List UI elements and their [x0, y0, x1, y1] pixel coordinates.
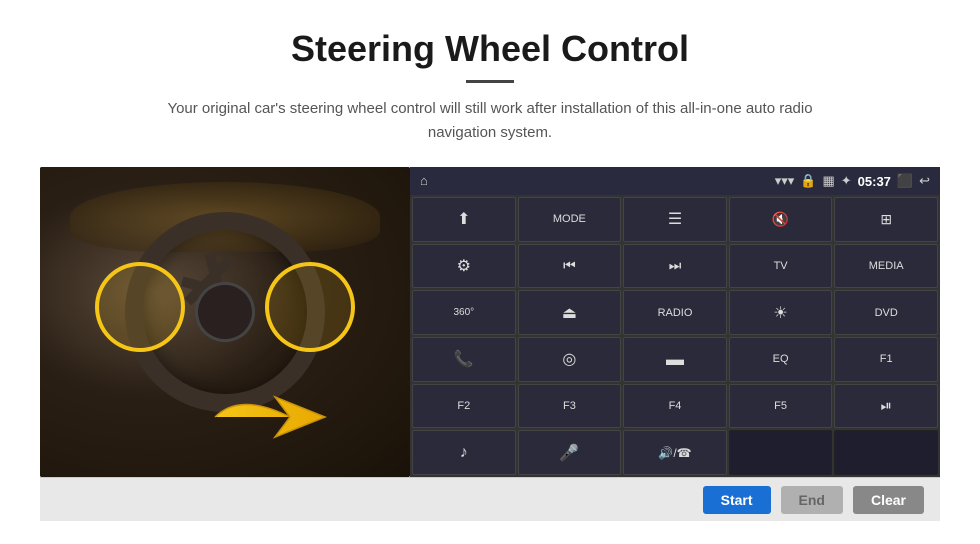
btn-media[interactable]: MEDIA [834, 244, 938, 289]
btn-f5[interactable]: F5 [729, 384, 833, 429]
page-wrapper: Steering Wheel Control Your original car… [0, 0, 980, 544]
btn-bar[interactable]: ▬ [623, 337, 727, 382]
music-icon: ♪ [460, 444, 468, 462]
back-icon[interactable]: ↩ [919, 173, 930, 189]
btn-f2[interactable]: F2 [412, 384, 516, 429]
status-right: ▾▾▾ 🔒 ▦ ✦ 05:37 ⬛ ↩ [775, 173, 930, 189]
btn-next[interactable]: ⏭ [623, 244, 727, 289]
f2-label: F2 [457, 400, 470, 412]
settings-icon: ⚙ [457, 256, 471, 276]
btn-empty-2 [834, 430, 938, 475]
prev-icon: ⏮ [563, 257, 576, 274]
title-divider [466, 80, 514, 83]
sd-icon: ▦ [822, 173, 834, 189]
btn-eq[interactable]: EQ [729, 337, 833, 382]
mute-icon: 🔇 [772, 211, 789, 228]
status-left: ⌂ [420, 173, 428, 189]
btn-tv[interactable]: TV [729, 244, 833, 289]
btn-vol-call[interactable]: 🔊/☎ [623, 430, 727, 475]
btn-mic[interactable]: 🎤 [518, 430, 622, 475]
btn-mute[interactable]: 🔇 [729, 197, 833, 242]
highlight-left [95, 262, 185, 352]
btn-phone[interactable]: 📞 [412, 337, 516, 382]
media-label: MEDIA [869, 260, 904, 272]
mic-icon: 🎤 [559, 443, 579, 463]
btn-eject[interactable]: ⏏ [518, 290, 622, 335]
end-button[interactable]: End [781, 486, 843, 514]
start-button[interactable]: Start [703, 486, 771, 514]
btn-playpause[interactable]: ⏯ [834, 384, 938, 429]
btn-f3[interactable]: F3 [518, 384, 622, 429]
f1-label: F1 [880, 353, 893, 365]
android-panel: ⌂ ▾▾▾ 🔒 ▦ ✦ 05:37 ⬛ ↩ ⬆ [410, 167, 940, 477]
btn-mode[interactable]: MODE [518, 197, 622, 242]
arrow-indicator [210, 382, 330, 457]
menu-icon: ☰ [668, 209, 682, 229]
btn-navigate[interactable]: ⬆ [412, 197, 516, 242]
btn-360[interactable]: 360° [412, 290, 516, 335]
highlight-right [265, 262, 355, 352]
button-grid: ⬆ MODE ☰ 🔇 ⊞ ⚙ ⏮ [410, 195, 940, 477]
mode-label: MODE [553, 213, 586, 225]
lock-icon: 🔒 [800, 173, 816, 189]
dvd-label: DVD [875, 307, 898, 319]
navigate-icon: ⬆ [457, 209, 470, 229]
btn-apps[interactable]: ⊞ [834, 197, 938, 242]
btn-radio[interactable]: RADIO [623, 290, 727, 335]
brightness-icon: ☀ [773, 303, 787, 323]
bar-icon: ▬ [666, 349, 684, 370]
btn-circular[interactable]: ◎ [518, 337, 622, 382]
eq-label: EQ [773, 353, 789, 365]
apps-icon: ⊞ [880, 211, 892, 228]
btn-f1[interactable]: F1 [834, 337, 938, 382]
btn-settings[interactable]: ⚙ [412, 244, 516, 289]
steering-image [40, 167, 410, 477]
btn-empty-1 [729, 430, 833, 475]
status-bar: ⌂ ▾▾▾ 🔒 ▦ ✦ 05:37 ⬛ ↩ [410, 167, 940, 195]
tv-label: TV [774, 260, 788, 272]
360-label: 360° [453, 307, 474, 318]
next-icon: ⏭ [669, 257, 682, 274]
btn-brightness[interactable]: ☀ [729, 290, 833, 335]
clear-button[interactable]: Clear [853, 486, 924, 514]
status-time: 05:37 [858, 174, 891, 189]
playpause-icon: ⏯ [881, 397, 892, 414]
f3-label: F3 [563, 400, 576, 412]
radio-label: RADIO [658, 307, 693, 319]
screen-icon[interactable]: ⬛ [897, 173, 913, 189]
f4-label: F4 [669, 400, 682, 412]
vol-call-icon: 🔊/☎ [658, 446, 691, 460]
wifi-icon: ▾▾▾ [775, 173, 795, 189]
content-row: ⌂ ▾▾▾ 🔒 ▦ ✦ 05:37 ⬛ ↩ ⬆ [40, 167, 940, 477]
bt-icon: ✦ [841, 173, 852, 189]
eject-icon: ⏏ [562, 303, 577, 323]
btn-f4[interactable]: F4 [623, 384, 727, 429]
btn-dvd[interactable]: DVD [834, 290, 938, 335]
btn-menu[interactable]: ☰ [623, 197, 727, 242]
home-icon[interactable]: ⌂ [420, 173, 428, 189]
btn-prev[interactable]: ⏮ [518, 244, 622, 289]
bottom-bar: Start End Clear [40, 477, 940, 521]
steering-bg [40, 167, 410, 477]
f5-label: F5 [774, 400, 787, 412]
page-subtitle: Your original car's steering wheel contr… [150, 97, 830, 145]
page-title: Steering Wheel Control [291, 28, 689, 70]
btn-music[interactable]: ♪ [412, 430, 516, 475]
circular-icon: ◎ [562, 349, 576, 369]
phone-icon: 📞 [454, 349, 474, 369]
